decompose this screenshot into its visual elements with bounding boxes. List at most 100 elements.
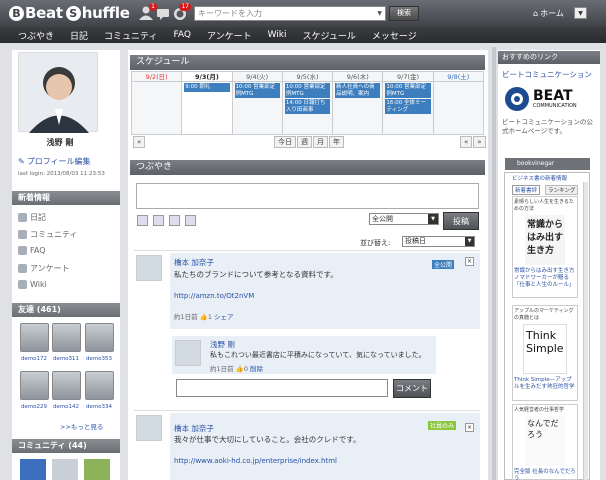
- chevron-down-icon[interactable]: ▼: [377, 10, 385, 17]
- day-column[interactable]: 9/4(火) 10:00 営業部定例MTG: [232, 72, 283, 134]
- friend-avatar[interactable]: [85, 323, 114, 352]
- visibility-select[interactable]: 全公開 ▼: [369, 213, 439, 225]
- month-button[interactable]: 月: [313, 136, 328, 148]
- schedule-event[interactable]: 10:00 営業部定例MTG: [234, 83, 280, 98]
- post-button[interactable]: 投稿: [443, 212, 479, 230]
- attachment-icon[interactable]: [185, 215, 196, 226]
- community-thumb[interactable]: [52, 459, 78, 480]
- book-title[interactable]: 完全版 社長のなんでだろう: [513, 468, 577, 480]
- post-link[interactable]: http://amzn.to/Ot2nVM: [174, 292, 254, 300]
- sort-select[interactable]: 投稿日 ▼: [402, 236, 475, 247]
- new-info-survey[interactable]: アンケート: [18, 263, 70, 274]
- new-info-community[interactable]: コミュニティ: [18, 229, 78, 240]
- friend-name[interactable]: demo229: [18, 404, 50, 410]
- recommended-link[interactable]: ビートコミュニケーション: [502, 69, 592, 80]
- like-icon[interactable]: 👍: [200, 313, 208, 321]
- nav-schedule[interactable]: スケジュール: [303, 29, 356, 42]
- share-link[interactable]: シェア: [214, 313, 234, 321]
- beatshuffle-logo[interactable]: B Beat Shuffle: [8, 3, 130, 23]
- schedule-first-button[interactable]: «: [133, 136, 146, 148]
- delete-link[interactable]: 削除: [250, 365, 263, 373]
- friend-avatar[interactable]: [20, 323, 49, 352]
- book-item[interactable]: 人気経営者の仕事哲学 なんでだろう 完全版 社長のなんでだろう: [512, 404, 578, 480]
- beat-communication-logo[interactable]: BEAT COMMUNICATION: [504, 84, 590, 114]
- new-info-faq[interactable]: FAQ: [18, 246, 46, 255]
- menu-dropdown-button[interactable]: ▼: [574, 7, 587, 19]
- file-upload-icon[interactable]: [153, 215, 164, 226]
- friend-request-icon[interactable]: 1: [138, 3, 157, 21]
- schedule-event[interactable]: 新人社員への商品説明、案内: [335, 83, 381, 98]
- tab-new-reviews[interactable]: 新着書評: [512, 185, 541, 195]
- post-author[interactable]: 橋本 加奈子: [174, 257, 214, 268]
- friend-name[interactable]: demo142: [50, 404, 82, 410]
- home-link[interactable]: ⌂ ホーム: [533, 8, 564, 19]
- tab-ranking[interactable]: ランキング: [545, 185, 579, 195]
- today-button[interactable]: 今日: [274, 136, 296, 148]
- friend-avatar[interactable]: [20, 371, 49, 400]
- day-column[interactable]: 9/8(土): [433, 72, 483, 134]
- book-item[interactable]: アップルのマーケティングの真髄とは Think Simple Think Sim…: [512, 305, 578, 401]
- community-thumb[interactable]: [20, 459, 46, 480]
- schedule-prev-button[interactable]: «: [460, 136, 473, 148]
- nav-faq[interactable]: FAQ: [174, 30, 191, 40]
- book-title[interactable]: Think Simple—アップルを生みだす熱狂的哲学: [513, 376, 577, 392]
- post-avatar[interactable]: [136, 255, 162, 281]
- search-input[interactable]: キーワードを入力 ▼: [194, 6, 386, 21]
- day-column[interactable]: 9/6(木) 新人社員への商品説明、案内: [333, 72, 384, 134]
- new-info-diary[interactable]: 日記: [18, 212, 46, 223]
- schedule-event[interactable]: 10:00 営業部定例MTG: [385, 83, 431, 98]
- comment-input[interactable]: [176, 379, 388, 397]
- post-author[interactable]: 橋本 加奈子: [174, 423, 214, 434]
- community-thumb[interactable]: [84, 459, 110, 480]
- close-icon[interactable]: ×: [465, 257, 474, 266]
- schedule-next-button[interactable]: »: [473, 136, 486, 148]
- friend-name[interactable]: demo172: [18, 356, 50, 362]
- profile-edit-link[interactable]: ✎ プロフィール編集: [18, 156, 91, 167]
- comment-button[interactable]: コメント: [393, 379, 431, 398]
- friend-avatar[interactable]: [52, 323, 81, 352]
- day-column[interactable]: 9/2(日): [132, 72, 183, 134]
- day-header: 9/8(土): [433, 72, 483, 82]
- schedule-event[interactable]: 10:00 営業部定例MTG: [284, 83, 331, 98]
- schedule-event[interactable]: 16:00 全体ミーティング: [385, 99, 431, 114]
- book-title[interactable]: 常識からはみ出す生き方 ノマドワーカーが贈る「仕事と人生のルール」: [513, 267, 577, 290]
- reply-avatar[interactable]: [175, 340, 201, 366]
- nav-tsubuyaki[interactable]: つぶやき: [18, 29, 54, 42]
- nav-survey[interactable]: アンケート: [207, 29, 252, 42]
- close-icon[interactable]: ×: [465, 423, 474, 432]
- new-info-wiki[interactable]: Wiki: [18, 280, 47, 289]
- search-button[interactable]: 検索: [389, 6, 419, 21]
- friends-more-link[interactable]: >>もっと見る: [60, 421, 103, 431]
- message-icon[interactable]: [155, 5, 171, 21]
- week-button[interactable]: 週: [297, 136, 312, 148]
- nav-community[interactable]: コミュニティ: [104, 29, 157, 42]
- schedule-event[interactable]: 9:00 朝礼: [184, 83, 230, 92]
- year-button[interactable]: 年: [329, 136, 344, 148]
- image-upload-icon[interactable]: [137, 215, 148, 226]
- schedule-event[interactable]: 14:00 日報打ち入り田商事: [284, 99, 331, 114]
- friend-name[interactable]: demo353: [83, 356, 115, 362]
- tweet-input[interactable]: [136, 183, 479, 209]
- post-link[interactable]: http://www.aoki-hd.co.jp/enterprise/inde…: [174, 457, 337, 465]
- friend-avatar[interactable]: [85, 371, 114, 400]
- main-nav: つぶやき 日記 コミュニティ FAQ アンケート Wiki スケジュール メッセ…: [0, 27, 606, 43]
- widget-scrollbar[interactable]: [583, 182, 588, 480]
- post-avatar[interactable]: [136, 415, 162, 441]
- link-icon[interactable]: [169, 215, 180, 226]
- notification-icon[interactable]: 17: [172, 3, 191, 21]
- friend-name[interactable]: demo311: [50, 356, 82, 362]
- day-column[interactable]: 9/5(水) 10:00 営業部定例MTG 14:00 日報打ち入り田商事: [282, 72, 334, 134]
- day-column[interactable]: 9/3(月) 9:00 朝礼: [182, 72, 233, 134]
- book-item[interactable]: 素晴らしい人生を生きるための方法 常識からはみ出す生き方 常識からはみ出す生き方…: [512, 196, 578, 298]
- friend-avatar[interactable]: [52, 371, 81, 400]
- column-splitter[interactable]: [492, 47, 496, 480]
- reply-author[interactable]: 浅野 剛: [210, 339, 235, 350]
- profile-avatar[interactable]: [18, 52, 98, 133]
- friend-name[interactable]: demo334: [83, 404, 115, 410]
- nav-message[interactable]: メッセージ: [372, 29, 417, 42]
- nav-wiki[interactable]: Wiki: [268, 30, 287, 40]
- day-column[interactable]: 9/7(金) 10:00 営業部定例MTG 16:00 全体ミーティング: [383, 72, 434, 134]
- widget-link[interactable]: ビジネス書の新着情報: [512, 174, 567, 182]
- nav-diary[interactable]: 日記: [70, 29, 88, 42]
- like-icon[interactable]: 👍: [236, 365, 244, 373]
